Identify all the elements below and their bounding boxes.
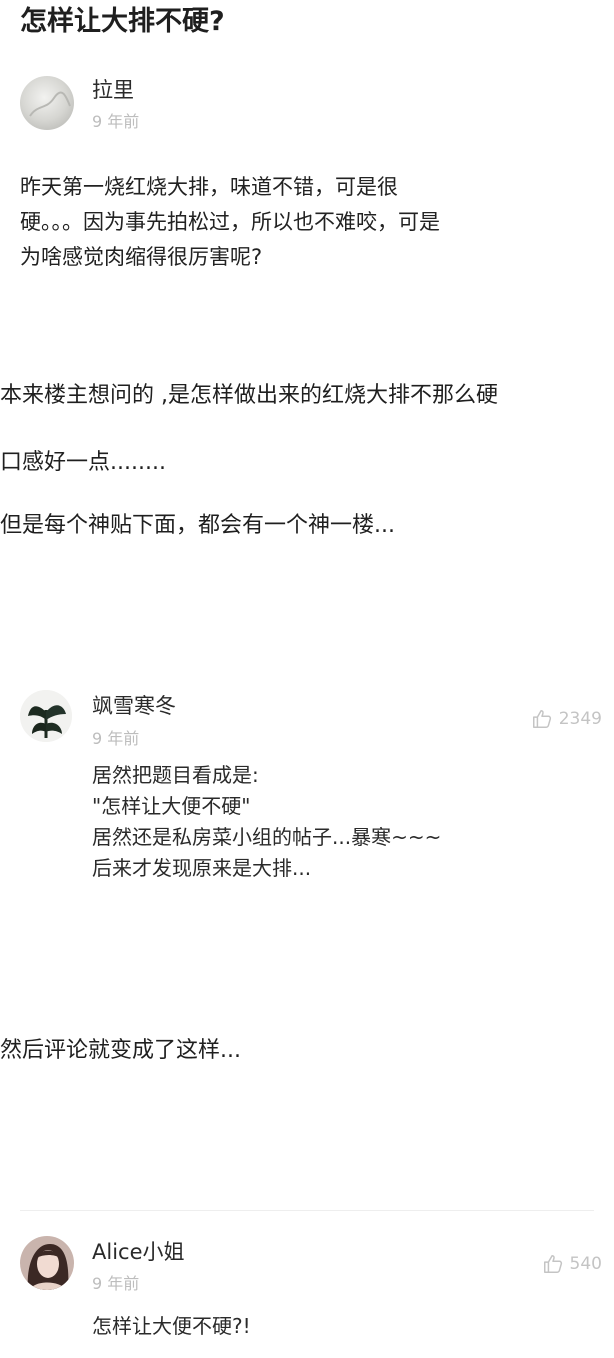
caption-line: 本来楼主想问的 ,是怎样做出来的红烧大排不那么硬 bbox=[0, 383, 498, 408]
post-body-line: 昨天第一烧红烧大排，味道不错，可是很 bbox=[20, 175, 398, 199]
post-body-line: 为啥感觉肉缩得很厉害呢? bbox=[20, 245, 263, 269]
author-avatar[interactable] bbox=[20, 76, 74, 130]
caption-line: 但是每个神贴下面，都会有一个神一楼... bbox=[0, 513, 395, 538]
author-name[interactable]: 拉里 bbox=[92, 74, 134, 104]
divider bbox=[20, 1210, 594, 1211]
reply-author-name[interactable]: Alice小姐 bbox=[92, 1236, 185, 1266]
gray-avatar-icon bbox=[20, 76, 74, 130]
thumbs-up-icon bbox=[532, 710, 551, 728]
post-time: 9 年前 bbox=[92, 112, 140, 131]
reply-line: "怎样让大便不硬" bbox=[92, 794, 251, 818]
like-count: 540 bbox=[569, 1254, 602, 1274]
like-count: 2349 bbox=[558, 709, 602, 729]
page-title: 怎样让大排不硬? bbox=[20, 6, 225, 37]
reply-time: 9 年前 bbox=[92, 729, 140, 748]
caption-line: 口感好一点........ bbox=[0, 450, 166, 475]
thumbs-up-icon bbox=[543, 1255, 562, 1273]
reply-author-name[interactable]: 飒雪寒冬 bbox=[92, 690, 176, 720]
reply-line: 怎样让大便不硬?! bbox=[92, 1314, 251, 1338]
like-button[interactable]: 540 bbox=[542, 1253, 602, 1275]
reply-avatar[interactable] bbox=[20, 690, 72, 742]
reply-line: 后来才发现原来是大排... bbox=[92, 856, 312, 880]
caption-line: 然后评论就变成了这样... bbox=[0, 1038, 241, 1063]
reply-avatar[interactable] bbox=[20, 1236, 74, 1290]
reply-body: 居然把题目看成是: "怎样让大便不硬" 居然还是私房菜小组的帖子...暴寒~~~… bbox=[92, 760, 441, 884]
plant-avatar-icon bbox=[20, 690, 72, 742]
post-body-line: 硬。。。因为事先拍松过，所以也不难咬，可是 bbox=[20, 210, 440, 234]
like-button[interactable]: 2349 bbox=[531, 708, 602, 730]
portrait-avatar-icon bbox=[20, 1236, 74, 1290]
reply-line: 居然把题目看成是: bbox=[92, 763, 259, 787]
reply-line: 居然还是私房菜小组的帖子...暴寒~~~ bbox=[92, 825, 442, 849]
reply-time: 9 年前 bbox=[92, 1274, 140, 1293]
post-body: 昨天第一烧红烧大排，味道不错，可是很 硬。。。因为事先拍松过，所以也不难咬，可是… bbox=[20, 170, 610, 275]
